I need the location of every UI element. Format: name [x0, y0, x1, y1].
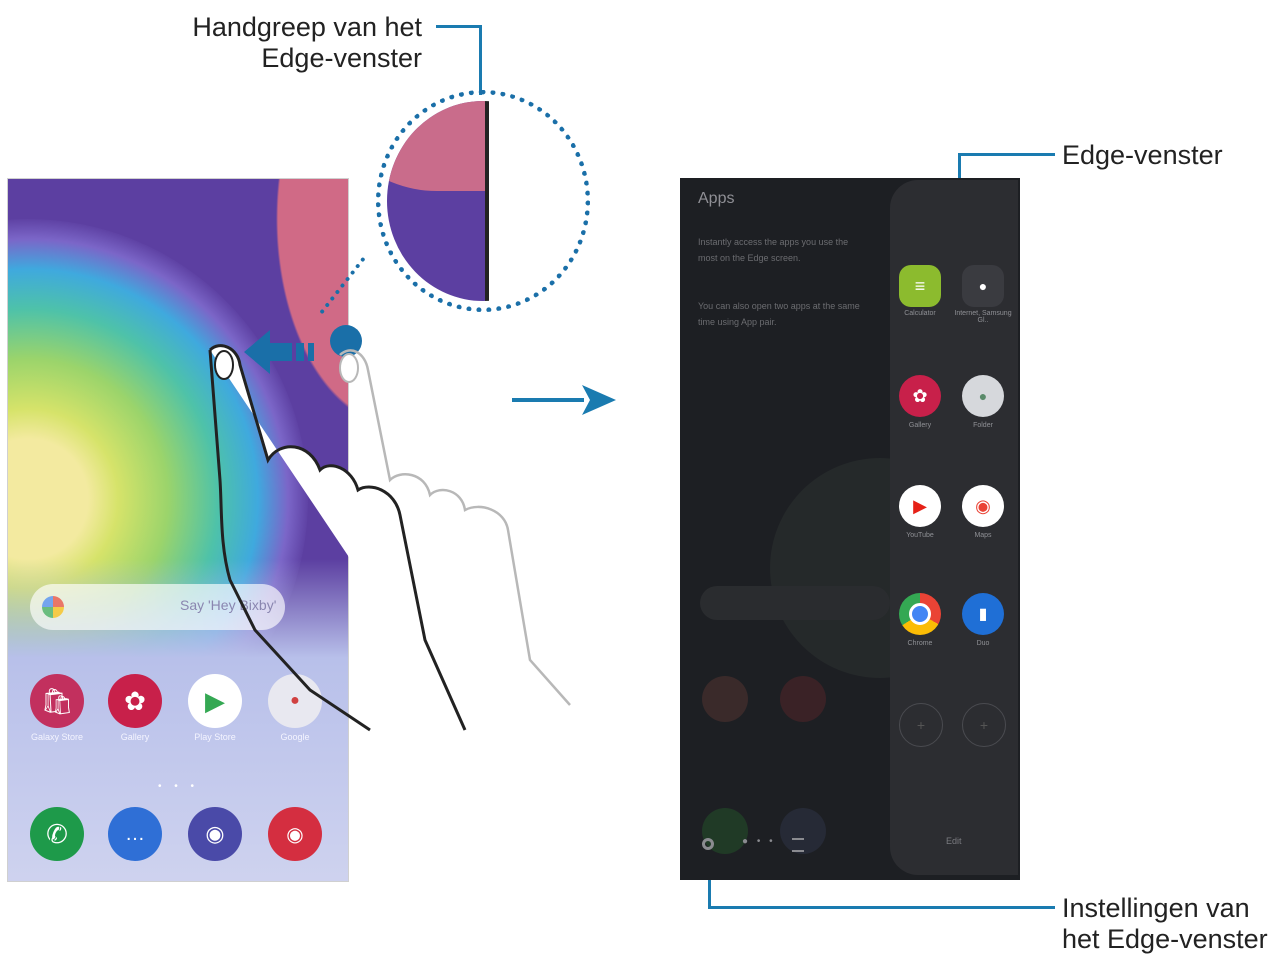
handle-callout-line1: Handgreep van het [192, 12, 422, 42]
settings-callout-line1: Instellingen van [1062, 893, 1250, 923]
edit-button[interactable]: Edit [946, 836, 962, 846]
edge-label-calculator: Calculator [904, 310, 936, 317]
magnifier-white [485, 101, 579, 301]
edge-label-folder: Folder [973, 422, 993, 429]
folder-icon[interactable]: ● [962, 375, 1004, 417]
panel-description-1: Instantly access the apps you use the mo… [698, 237, 849, 263]
dimmed-search-bar [700, 586, 890, 620]
gallery-icon[interactable]: ✿ [108, 674, 162, 728]
handle-callout-line2: Edge-venster [261, 43, 422, 73]
galaxy-store-icon[interactable]: 🛍 [30, 674, 84, 728]
app-label-gallery: Gallery [120, 732, 150, 742]
camera-icon[interactable]: ◉ [268, 807, 322, 861]
settings-callout-line2: het Edge-venster [1062, 924, 1268, 954]
edge-label-maps: Maps [974, 532, 992, 539]
samsung-folder-icon[interactable]: ● [962, 265, 1004, 307]
phone-icon[interactable]: ✆ [30, 807, 84, 861]
settings-callout-line-h [708, 906, 1055, 909]
list-icon[interactable] [792, 838, 804, 852]
magnifier-pink [387, 101, 485, 191]
dimmed-app-1 [702, 676, 748, 722]
panel-title: Apps [698, 190, 735, 207]
panel-callout-line-h [960, 153, 1055, 156]
add-app-button-2[interactable]: + [962, 703, 1006, 747]
edge-handle-icon[interactable] [485, 101, 489, 301]
add-app-button-1[interactable]: + [899, 703, 943, 747]
panel-callout: Edge-venster [1062, 140, 1223, 170]
edge-label-internet: Internet, Samsung Gl.. [954, 310, 1012, 324]
handle-callout-line-v [479, 25, 482, 95]
edge-label-gallery: Gallery [908, 422, 932, 429]
google-icon [42, 596, 64, 618]
youtube-icon[interactable]: ▶ [899, 485, 941, 527]
app-label-galaxy-store: Galaxy Store [30, 732, 84, 742]
panel-page-indicator: ● • • [742, 836, 776, 847]
edge-label-chrome: Chrome [907, 640, 933, 647]
handle-callout-line-h [436, 25, 482, 28]
magnifier-circle [376, 90, 590, 312]
maps-icon[interactable]: ◉ [962, 485, 1004, 527]
messages-icon[interactable]: … [108, 807, 162, 861]
dimmed-app-2 [780, 676, 826, 722]
chrome-icon[interactable] [899, 593, 941, 635]
duo-icon[interactable]: ▮ [962, 593, 1004, 635]
edge-label-duo: Duo [976, 640, 990, 647]
settings-callout: Instellingen van het Edge-venster [1062, 893, 1268, 955]
edge-label-youtube: YouTube [906, 532, 934, 539]
settings-gear-icon[interactable] [702, 838, 714, 850]
gallery-icon[interactable]: ✿ [899, 375, 941, 417]
magnifier-content [387, 101, 579, 301]
panel-description-2: You can also open two apps at the same t… [698, 301, 860, 327]
page-indicator: • • • [158, 781, 200, 792]
calculator-icon[interactable]: ≡ [899, 265, 941, 307]
transition-arrow-icon [512, 385, 616, 415]
handle-callout: Handgreep van het Edge-venster [150, 12, 422, 74]
internet-icon[interactable]: ◉ [188, 807, 242, 861]
